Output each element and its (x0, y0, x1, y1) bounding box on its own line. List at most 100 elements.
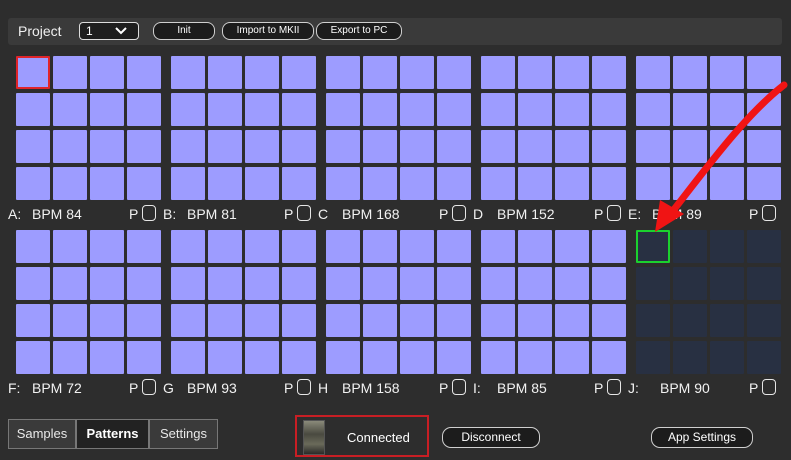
pattern-pad[interactable] (208, 56, 242, 89)
pattern-pad[interactable] (400, 130, 434, 163)
import-to-mkii-button[interactable]: Import to MKII (222, 22, 314, 40)
pattern-pad[interactable] (208, 267, 242, 300)
pattern-pad[interactable] (592, 304, 626, 337)
pattern-pad[interactable] (90, 93, 124, 126)
pattern-pad[interactable] (555, 130, 589, 163)
bank-p-checkbox[interactable] (762, 379, 776, 395)
pattern-pad[interactable] (592, 93, 626, 126)
pattern-pad[interactable] (555, 56, 589, 89)
pattern-pad[interactable] (400, 304, 434, 337)
pattern-pad[interactable] (171, 167, 205, 200)
app-settings-button[interactable]: App Settings (651, 427, 753, 448)
pattern-pad[interactable] (636, 56, 670, 89)
pattern-pad[interactable] (53, 130, 87, 163)
pattern-pad[interactable] (710, 56, 744, 89)
tab-patterns[interactable]: Patterns (76, 419, 149, 449)
pattern-pad[interactable] (282, 341, 316, 374)
pattern-pad[interactable] (481, 304, 515, 337)
pattern-pad[interactable] (518, 267, 552, 300)
pattern-pad[interactable] (171, 230, 205, 263)
pattern-pad[interactable] (400, 93, 434, 126)
pattern-pad[interactable] (673, 341, 707, 374)
pattern-pad[interactable] (400, 267, 434, 300)
pattern-pad[interactable] (171, 267, 205, 300)
bank-p-checkbox[interactable] (297, 205, 311, 221)
pattern-pad[interactable] (437, 93, 471, 126)
pattern-pad[interactable] (53, 267, 87, 300)
pattern-pad[interactable] (518, 130, 552, 163)
pattern-pad[interactable] (171, 341, 205, 374)
pattern-pad[interactable] (326, 267, 360, 300)
pattern-pad[interactable] (747, 130, 781, 163)
pattern-pad[interactable] (16, 304, 50, 337)
pattern-pad[interactable] (555, 304, 589, 337)
pattern-pad[interactable] (90, 230, 124, 263)
pattern-pad[interactable] (481, 93, 515, 126)
pattern-pad[interactable] (673, 130, 707, 163)
project-select[interactable]: 1 (79, 22, 139, 40)
pattern-pad[interactable] (16, 341, 50, 374)
pattern-pad[interactable] (437, 230, 471, 263)
pattern-pad[interactable] (245, 304, 279, 337)
pattern-pad[interactable] (282, 167, 316, 200)
pattern-pad[interactable] (636, 130, 670, 163)
pattern-pad[interactable] (90, 267, 124, 300)
pattern-pad[interactable] (518, 167, 552, 200)
pattern-pad[interactable] (710, 341, 744, 374)
pattern-pad[interactable] (245, 341, 279, 374)
pattern-pad[interactable] (326, 304, 360, 337)
pattern-pad[interactable] (400, 341, 434, 374)
export-to-pc-button[interactable]: Export to PC (316, 22, 402, 40)
pattern-pad[interactable] (363, 230, 397, 263)
pattern-pad[interactable] (518, 93, 552, 126)
pattern-pad[interactable] (363, 93, 397, 126)
pattern-pad[interactable] (437, 304, 471, 337)
bank-p-checkbox[interactable] (607, 205, 621, 221)
pattern-pad[interactable] (16, 93, 50, 126)
pattern-pad[interactable] (592, 56, 626, 89)
pattern-pad[interactable] (518, 56, 552, 89)
pattern-pad[interactable] (710, 230, 744, 263)
pattern-pad[interactable] (592, 267, 626, 300)
tab-settings[interactable]: Settings (149, 419, 218, 449)
pattern-pad[interactable] (555, 93, 589, 126)
pattern-pad[interactable] (208, 341, 242, 374)
pattern-pad[interactable] (53, 230, 87, 263)
pattern-pad[interactable] (636, 230, 670, 263)
pattern-pad[interactable] (481, 230, 515, 263)
pattern-pad[interactable] (127, 130, 161, 163)
pattern-pad[interactable] (437, 130, 471, 163)
pattern-pad[interactable] (481, 167, 515, 200)
pattern-pad[interactable] (326, 341, 360, 374)
pattern-pad[interactable] (127, 93, 161, 126)
bank-p-checkbox[interactable] (452, 205, 466, 221)
pattern-pad[interactable] (208, 230, 242, 263)
pattern-pad[interactable] (673, 167, 707, 200)
pattern-pad[interactable] (90, 56, 124, 89)
pattern-pad[interactable] (437, 267, 471, 300)
pattern-pad[interactable] (208, 93, 242, 126)
pattern-pad[interactable] (363, 267, 397, 300)
pattern-pad[interactable] (16, 130, 50, 163)
pattern-pad[interactable] (481, 267, 515, 300)
pattern-pad[interactable] (245, 130, 279, 163)
pattern-pad[interactable] (16, 167, 50, 200)
pattern-pad[interactable] (245, 93, 279, 126)
pattern-pad[interactable] (245, 167, 279, 200)
bank-p-checkbox[interactable] (297, 379, 311, 395)
pattern-pad[interactable] (592, 167, 626, 200)
pattern-pad[interactable] (673, 56, 707, 89)
pattern-pad[interactable] (636, 267, 670, 300)
pattern-pad[interactable] (747, 341, 781, 374)
pattern-pad[interactable] (53, 304, 87, 337)
pattern-pad[interactable] (673, 230, 707, 263)
pattern-pad[interactable] (282, 130, 316, 163)
pattern-pad[interactable] (53, 167, 87, 200)
pattern-pad[interactable] (326, 56, 360, 89)
pattern-pad[interactable] (208, 167, 242, 200)
pattern-pad[interactable] (363, 304, 397, 337)
pattern-pad[interactable] (437, 341, 471, 374)
pattern-pad[interactable] (592, 230, 626, 263)
pattern-pad[interactable] (282, 56, 316, 89)
pattern-pad[interactable] (282, 230, 316, 263)
